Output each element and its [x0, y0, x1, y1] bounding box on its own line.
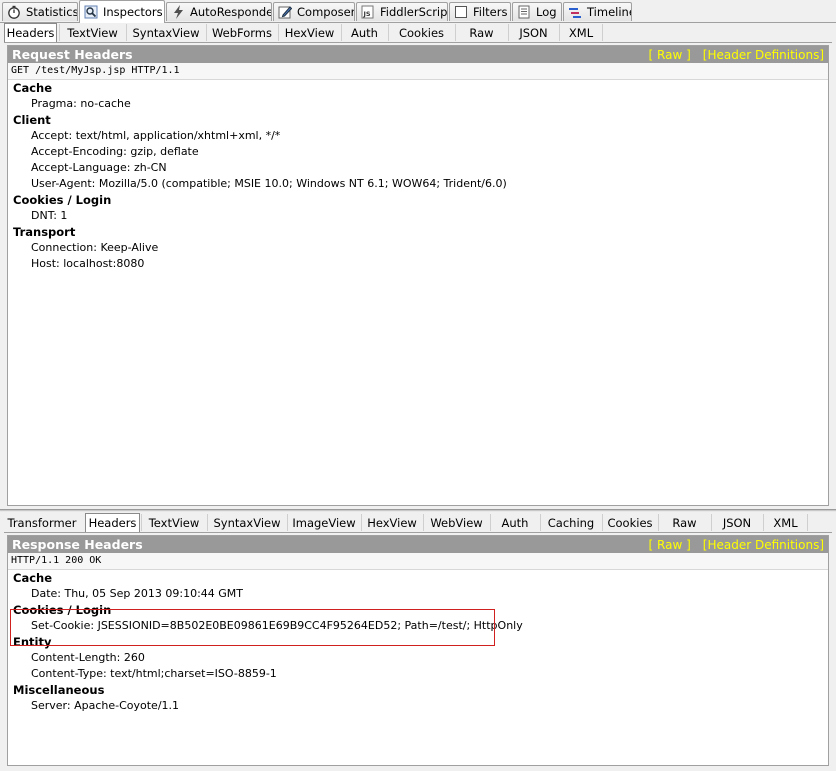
header-item[interactable]: Set-Cookie: JSESSIONID=8B502E0BE09861E69…: [13, 618, 828, 634]
group-title[interactable]: Cache: [13, 80, 828, 96]
js-file-icon: JS: [361, 5, 375, 19]
response-subtab-bar: Transformer Headers TextView SyntaxView …: [4, 513, 832, 533]
request-tab-auth[interactable]: Auth: [341, 24, 387, 41]
stopwatch-icon: [7, 5, 21, 19]
request-tab-hexview[interactable]: HexView: [278, 24, 340, 41]
header-item[interactable]: Content-Type: text/html;charset=ISO-8859…: [13, 666, 828, 682]
group-title[interactable]: Cache: [13, 570, 828, 586]
pane-title: Request Headers: [12, 47, 133, 62]
header-item[interactable]: Server: Apache-Coyote/1.1: [13, 698, 828, 714]
header-item[interactable]: Accept-Encoding: gzip, deflate: [13, 144, 828, 160]
svg-text:JS: JS: [363, 10, 371, 18]
response-tab-imageview[interactable]: ImageView: [287, 514, 360, 531]
tab-label: Log: [536, 5, 557, 19]
header-item[interactable]: Date: Thu, 05 Sep 2013 09:10:44 GMT: [13, 586, 828, 602]
request-tab-webforms[interactable]: WebForms: [206, 24, 277, 41]
request-subtab-bar: Headers TextView SyntaxView WebForms Hex…: [4, 23, 832, 43]
request-pane-header: Request Headers [ Raw ] [Header Definiti…: [8, 46, 828, 63]
pane-splitter[interactable]: [0, 509, 836, 512]
response-tab-webview[interactable]: WebView: [423, 514, 489, 531]
group-title[interactable]: Client: [13, 112, 828, 128]
response-tab-cookies[interactable]: Cookies: [602, 514, 657, 531]
request-tab-headers[interactable]: Headers: [4, 23, 57, 42]
tab-label: AutoResponder: [190, 5, 272, 19]
header-item[interactable]: DNT: 1: [13, 208, 828, 224]
response-headers-pane: Response Headers [ Raw ] [Header Definit…: [7, 535, 829, 766]
request-tab-textview[interactable]: TextView: [59, 24, 125, 41]
request-tab-syntaxview[interactable]: SyntaxView: [126, 24, 205, 41]
response-tab-json[interactable]: JSON: [711, 514, 762, 531]
response-tab-transformer[interactable]: Transformer: [4, 514, 80, 531]
tab-label: Inspectors: [103, 5, 163, 19]
response-pane-header: Response Headers [ Raw ] [Header Definit…: [8, 536, 828, 553]
group-title[interactable]: Cookies / Login: [13, 602, 828, 618]
tab-composer[interactable]: Composer: [273, 2, 355, 21]
tab-filters[interactable]: Filters: [449, 2, 511, 21]
header-definitions-link[interactable]: [Header Definitions]: [703, 48, 824, 62]
response-tab-caching[interactable]: Caching: [540, 514, 601, 531]
tab-label: Statistics: [26, 5, 78, 19]
header-item[interactable]: User-Agent: Mozilla/5.0 (compatible; MSI…: [13, 176, 828, 192]
response-tab-textview[interactable]: TextView: [141, 514, 206, 531]
response-tab-hexview[interactable]: HexView: [361, 514, 422, 531]
tab-statistics[interactable]: Statistics: [2, 2, 78, 21]
raw-link[interactable]: [ Raw ]: [649, 48, 691, 62]
main-tab-bar: Statistics Inspectors AutoResponder Comp…: [0, 0, 836, 23]
request-tab-xml[interactable]: XML: [559, 24, 603, 41]
request-tab-json[interactable]: JSON: [508, 24, 558, 41]
tab-label: Filters: [473, 5, 508, 19]
request-tab-cookies[interactable]: Cookies: [388, 24, 454, 41]
request-tab-raw[interactable]: Raw: [455, 24, 507, 41]
request-header-tree: Cache Pragma: no-cache Client Accept: te…: [8, 80, 828, 272]
header-definitions-link[interactable]: [Header Definitions]: [703, 538, 824, 552]
response-header-tree: Cache Date: Thu, 05 Sep 2013 09:10:44 GM…: [8, 570, 828, 714]
status-line: HTTP/1.1 200 OK: [8, 553, 828, 570]
lightning-icon: [171, 5, 185, 19]
response-tab-xml[interactable]: XML: [763, 514, 808, 531]
tab-label: FiddlerScript: [380, 5, 448, 19]
group-title[interactable]: Miscellaneous: [13, 682, 828, 698]
pencil-icon: [278, 5, 292, 19]
header-item[interactable]: Accept-Language: zh-CN: [13, 160, 828, 176]
header-item[interactable]: Pragma: no-cache: [13, 96, 828, 112]
header-item[interactable]: Content-Length: 260: [13, 650, 828, 666]
tab-fiddlerscript[interactable]: JS FiddlerScript: [356, 2, 448, 21]
tab-autoresponder[interactable]: AutoResponder: [166, 2, 272, 21]
magnifier-icon: [84, 5, 98, 19]
timeline-icon: [568, 5, 582, 19]
pane-title: Response Headers: [12, 537, 143, 552]
request-line: GET /test/MyJsp.jsp HTTP/1.1: [8, 63, 828, 80]
tab-inspectors[interactable]: Inspectors: [79, 0, 165, 23]
request-headers-pane: Request Headers [ Raw ] [Header Definiti…: [7, 45, 829, 506]
tab-label: Timeline: [587, 5, 632, 19]
tab-log[interactable]: Log: [512, 2, 562, 21]
group-title[interactable]: Cookies / Login: [13, 192, 828, 208]
header-item[interactable]: Connection: Keep-Alive: [13, 240, 828, 256]
response-tab-raw[interactable]: Raw: [658, 514, 710, 531]
tab-timeline[interactable]: Timeline: [563, 2, 632, 21]
log-icon: [517, 5, 531, 19]
response-tab-headers[interactable]: Headers: [85, 513, 140, 532]
header-item[interactable]: Host: localhost:8080: [13, 256, 828, 272]
raw-link[interactable]: [ Raw ]: [649, 538, 691, 552]
response-tab-syntaxview[interactable]: SyntaxView: [207, 514, 286, 531]
tab-label: Composer: [297, 5, 355, 19]
header-item[interactable]: Accept: text/html, application/xhtml+xml…: [13, 128, 828, 144]
response-tab-auth[interactable]: Auth: [490, 514, 539, 531]
group-title[interactable]: Transport: [13, 224, 828, 240]
checkbox-icon: [454, 5, 468, 19]
group-title[interactable]: Entity: [13, 634, 828, 650]
